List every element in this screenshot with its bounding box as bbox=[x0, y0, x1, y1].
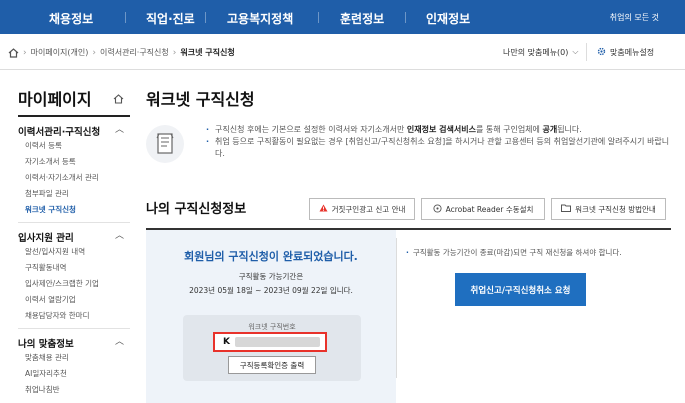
status-left: 회원님의 구직신청이 완료되었습니다. 구직활동 가능기간은 2023년 05월… bbox=[146, 230, 396, 403]
sidebar-rule bbox=[18, 115, 130, 117]
info-line: 취업 등으로 구직활동이 필요없는 경우 [취업신고/구직신청취소 요청]을 하… bbox=[206, 136, 671, 160]
home-icon[interactable] bbox=[8, 47, 19, 58]
sidebar-item-offers[interactable]: 입사제안/스크랩한 기업 bbox=[25, 278, 99, 289]
chevron-up-icon[interactable]: ︿ bbox=[115, 122, 124, 135]
sidebar-section-applications[interactable]: 입사지원 관리 bbox=[18, 230, 74, 244]
sidebar-section-custom[interactable]: 나의 맞춤정보 bbox=[18, 336, 74, 350]
nav-item-welfare[interactable]: 고용복지정책 bbox=[227, 10, 293, 27]
home-icon[interactable] bbox=[113, 89, 124, 108]
my-menu-dropdown[interactable]: 나만의 맞춤메뉴(0) ⌵ bbox=[503, 43, 578, 61]
nav-separator bbox=[205, 12, 206, 23]
sidebar-item-custom-jobs[interactable]: 맞춤채용 관리 bbox=[25, 352, 69, 363]
breadcrumb-bar: › 마이페이지(개인) › 이력서관리·구직신청 › 워크넷 구직신청 나만의 … bbox=[0, 34, 685, 70]
chevron-right-icon: › bbox=[92, 47, 96, 58]
chevron-down-icon: ⌵ bbox=[572, 47, 579, 56]
menu-settings-button[interactable]: 맞춤메뉴설정 bbox=[597, 43, 654, 61]
sidebar-title: 마이페이지 bbox=[18, 90, 92, 109]
nav-separator bbox=[125, 12, 126, 23]
disc-icon bbox=[433, 203, 442, 215]
menu-settings-label: 맞춤메뉴설정 bbox=[610, 47, 655, 57]
report-fake-ad-button[interactable]: 거짓구인광고 신고 안내 bbox=[309, 198, 415, 220]
info-text: 를 통해 구인업체에 bbox=[475, 125, 543, 134]
application-guide-button[interactable]: 워크넷 구직신청 방법안내 bbox=[551, 198, 666, 220]
sidebar-item-viewers[interactable]: 이력서 열람기업 bbox=[25, 294, 76, 305]
nav-all-menu[interactable]: 취업의 모든 것 bbox=[610, 12, 659, 23]
nav-item-training[interactable]: 훈련정보 bbox=[340, 10, 384, 27]
sidebar-section-resume[interactable]: 이력서관리·구직신청 bbox=[18, 124, 100, 138]
sidebar-item-intro-register[interactable]: 자기소개서 등록 bbox=[25, 156, 76, 167]
chevron-right-icon: › bbox=[172, 47, 177, 58]
renewal-notice: 구직활동 가능기간이 종료(마감)되면 구직 재신청을 하셔야 합니다. bbox=[406, 247, 622, 258]
sidebar-item-resume-register[interactable]: 이력서 등록 bbox=[25, 140, 62, 151]
nav-separator bbox=[318, 12, 319, 23]
sidebar-item-ai-recommend[interactable]: AI일자리추천 bbox=[25, 368, 67, 379]
sidebar-item-compass[interactable]: 취업나침반 bbox=[25, 384, 60, 395]
breadcrumb-item[interactable]: 이력서관리·구직신청 bbox=[100, 47, 169, 58]
period-value: 2023년 05월 18일 ~ 2023년 09월 22일 입니다. bbox=[189, 286, 353, 295]
nav-item-talent[interactable]: 인재정보 bbox=[426, 10, 470, 27]
divider bbox=[586, 43, 587, 61]
acrobat-button-label: Acrobat Reader 수동설치 bbox=[445, 204, 534, 214]
divider bbox=[396, 238, 397, 378]
report-button-label: 거짓구인광고 신고 안내 bbox=[331, 204, 406, 214]
folder-icon bbox=[561, 204, 572, 214]
info-text: 취업 등으로 구직활동이 필요없는 경우 [취업신고/구직신청취소 요청]을 하… bbox=[215, 137, 670, 158]
application-status-panel: 회원님의 구직신청이 완료되었습니다. 구직활동 가능기간은 2023년 05월… bbox=[146, 228, 671, 403]
nav-item-career[interactable]: 직업·진로 bbox=[146, 10, 195, 27]
section-title: 나의 구직신청정보 bbox=[146, 202, 247, 217]
sidebar-item-activity[interactable]: 구직활동내역 bbox=[25, 262, 66, 273]
page-title: 워크넷 구직신청 bbox=[146, 90, 255, 109]
period-label: 구직활동 가능기간은 bbox=[238, 272, 304, 281]
info-notice: 구직신청 후에는 기본으로 설정한 이력서와 자기소개서만 인재정보 검색서비스… bbox=[206, 124, 671, 160]
sidebar-item-attachments[interactable]: 첨부파일 관리 bbox=[25, 188, 69, 199]
divider bbox=[18, 222, 130, 223]
info-text: 됩니다. bbox=[557, 125, 582, 134]
sidebar-item-resume-manage[interactable]: 이력서·자기소개서 관리 bbox=[25, 172, 99, 183]
job-number-prefix: K bbox=[223, 337, 230, 347]
info-text: 구직신청 후에는 기본으로 설정한 이력서와 자기소개서만 bbox=[215, 125, 407, 134]
acrobat-install-button[interactable]: Acrobat Reader 수동설치 bbox=[421, 198, 545, 220]
info-line: 구직신청 후에는 기본으로 설정한 이력서와 자기소개서만 인재정보 검색서비스… bbox=[206, 124, 671, 136]
chevron-up-icon[interactable]: ︿ bbox=[115, 334, 124, 347]
chevron-up-icon[interactable]: ︿ bbox=[115, 228, 124, 241]
sidebar-item-recruiter-chat[interactable]: 채용담당자와 한마디 bbox=[25, 310, 89, 321]
breadcrumb-current: 워크넷 구직신청 bbox=[180, 48, 235, 57]
info-emphasis: 인재정보 검색서비스 bbox=[406, 125, 476, 134]
breadcrumb: › 마이페이지(개인) › 이력서관리·구직신청 › 워크넷 구직신청 bbox=[8, 47, 235, 58]
job-number-card: 워크넷 구직번호 K 구직등록확인증 출력 bbox=[183, 315, 361, 381]
top-nav: 채용정보 직업·진로 고용복지정책 훈련정보 인재정보 취업의 모든 것 bbox=[0, 0, 685, 34]
print-certificate-button[interactable]: 구직등록확인증 출력 bbox=[228, 356, 316, 374]
info-emphasis: 공개 bbox=[542, 125, 558, 134]
sidebar-item-apply-history[interactable]: 알선/입사지원 내역 bbox=[25, 246, 85, 257]
nav-separator bbox=[405, 12, 406, 23]
job-number-highlight: K bbox=[213, 332, 327, 352]
divider bbox=[18, 328, 130, 329]
nav-item-jobs[interactable]: 채용정보 bbox=[49, 10, 93, 27]
redacted-value bbox=[235, 337, 320, 347]
my-menu-label: 나만의 맞춤메뉴(0) bbox=[503, 47, 569, 57]
breadcrumb-item[interactable]: 마이페이지(개인) bbox=[31, 47, 89, 58]
gear-icon bbox=[597, 47, 606, 58]
sidebar-item-job-application[interactable]: 워크넷 구직신청 bbox=[25, 204, 76, 215]
cancel-application-button[interactable]: 취업신고/구직신청취소 요청 bbox=[455, 273, 586, 306]
document-icon bbox=[146, 125, 184, 163]
job-number-label: 워크넷 구직번호 bbox=[248, 323, 296, 331]
warning-icon bbox=[319, 204, 328, 214]
chevron-right-icon: › bbox=[23, 47, 27, 58]
completion-message: 회원님의 구직신청이 완료되었습니다. bbox=[184, 250, 358, 263]
guide-button-label: 워크넷 구직신청 방법안내 bbox=[575, 204, 656, 214]
